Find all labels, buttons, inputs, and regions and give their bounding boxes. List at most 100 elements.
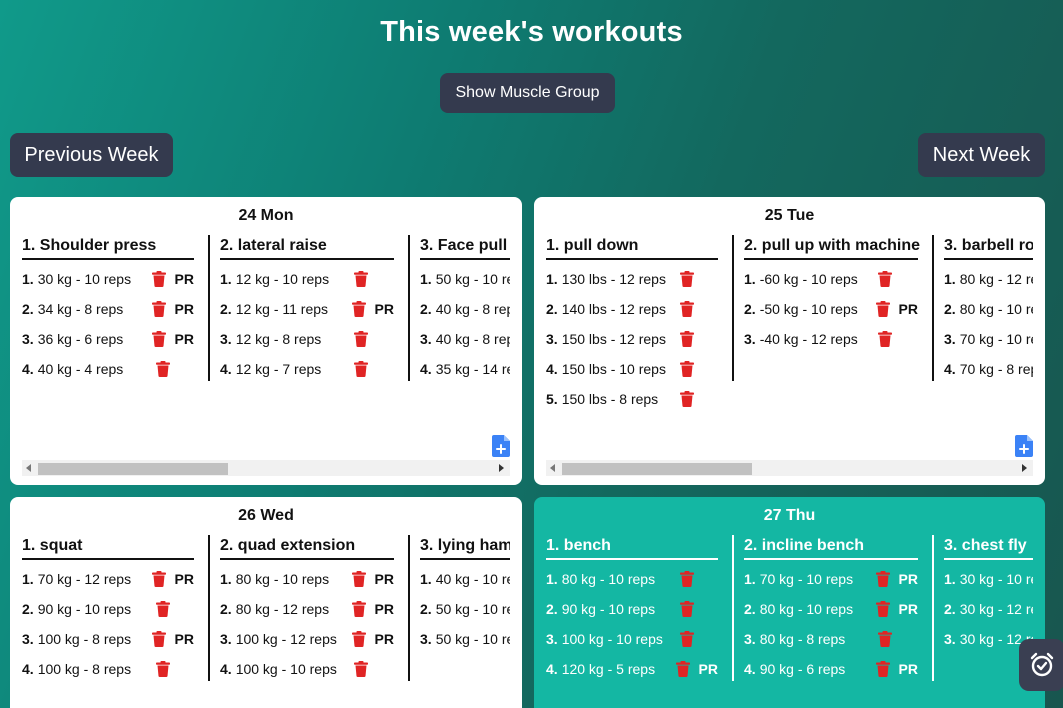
- day-card-wed: 26 Wed 1. squat 1. 70 kg - 12 reps PR 2. 90 kg…: [10, 497, 522, 708]
- horizontal-scrollbar[interactable]: [546, 460, 1033, 476]
- delete-set-icon[interactable]: [155, 361, 170, 377]
- scroll-left-icon[interactable]: [26, 464, 31, 472]
- set-text: 80 kg - 10 reps: [959, 301, 1033, 317]
- exercise-title[interactable]: 3. barbell row: [944, 235, 1033, 260]
- pr-badge: PR: [174, 301, 194, 317]
- set-number: 2.: [420, 301, 432, 317]
- set-number: 2.: [420, 601, 432, 617]
- set-row: 4. 150 lbs - 10 reps: [546, 354, 718, 384]
- exercise-title[interactable]: 1. pull down: [546, 235, 718, 260]
- delete-set-icon[interactable]: [877, 331, 892, 347]
- day-title: 26 Wed: [238, 507, 294, 524]
- add-exercise-icon[interactable]: [1015, 435, 1033, 457]
- delete-set-icon[interactable]: [155, 601, 170, 617]
- exercise-scroller[interactable]: 1. bench 1. 80 kg - 10 reps 2. 90 kg - 10 re…: [546, 535, 1033, 708]
- add-exercise-icon[interactable]: [492, 435, 510, 457]
- exercise-scroller[interactable]: 1. squat 1. 70 kg - 12 reps PR 2. 90 kg - 10 …: [22, 535, 510, 708]
- delete-set-icon[interactable]: [679, 361, 694, 377]
- set-number: 2.: [22, 601, 34, 617]
- delete-set-icon[interactable]: [875, 661, 890, 677]
- delete-set-icon[interactable]: [675, 661, 690, 677]
- delete-set-icon[interactable]: [151, 331, 166, 347]
- delete-set-icon[interactable]: [877, 631, 892, 647]
- delete-set-icon[interactable]: [151, 271, 166, 287]
- exercise-scroller[interactable]: 1. pull down 1. 130 lbs - 12 reps 2. 140 lbs…: [546, 235, 1033, 435]
- exercise-title[interactable]: 1. bench: [546, 535, 718, 560]
- delete-set-icon[interactable]: [353, 331, 368, 347]
- exercise-title[interactable]: 1. Shoulder press: [22, 235, 194, 260]
- set-number: 1.: [420, 571, 432, 587]
- exercise-title[interactable]: 2. lateral raise: [220, 235, 394, 260]
- set-row: 1. -60 kg - 10 reps: [744, 264, 918, 294]
- delete-set-icon[interactable]: [875, 601, 890, 617]
- delete-set-icon[interactable]: [875, 571, 890, 587]
- delete-set-icon[interactable]: [679, 271, 694, 287]
- delete-set-icon[interactable]: [875, 301, 890, 317]
- delete-set-icon[interactable]: [679, 601, 694, 617]
- alarm-clock-button[interactable]: [1019, 639, 1063, 691]
- set-row: 3. 80 kg - 8 reps: [744, 624, 918, 654]
- set-number: 3.: [744, 331, 756, 347]
- delete-set-icon[interactable]: [679, 331, 694, 347]
- set-number: 1.: [22, 271, 34, 287]
- delete-set-icon[interactable]: [351, 301, 366, 317]
- set-text: 70 kg - 12 reps: [37, 571, 132, 587]
- set-row: 4. 90 kg - 6 reps PR: [744, 654, 918, 684]
- set-text: 150 lbs - 12 reps: [561, 331, 666, 347]
- scroll-right-icon[interactable]: [1022, 464, 1027, 472]
- set-text: 80 kg - 10 reps: [235, 571, 330, 587]
- set-row: 3. 100 kg - 10 reps: [546, 624, 718, 654]
- set-text: -40 kg - 12 reps: [759, 331, 858, 347]
- delete-set-icon[interactable]: [353, 271, 368, 287]
- exercise-title[interactable]: 3. chest fly: [944, 535, 1033, 560]
- exercise-title[interactable]: 2. quad extension: [220, 535, 394, 560]
- exercise-title[interactable]: 2. incline bench: [744, 535, 918, 560]
- set-row: 1. 130 lbs - 12 reps: [546, 264, 718, 294]
- set-text: 12 kg - 11 reps: [235, 301, 329, 317]
- delete-set-icon[interactable]: [679, 571, 694, 587]
- set-number: 4.: [22, 661, 34, 677]
- delete-set-icon[interactable]: [351, 601, 366, 617]
- set-number: 2.: [22, 301, 34, 317]
- delete-set-icon[interactable]: [679, 301, 694, 317]
- scrollbar-thumb[interactable]: [38, 463, 228, 475]
- previous-week-button[interactable]: Previous Week: [10, 133, 173, 177]
- set-text: 100 kg - 8 reps: [37, 661, 132, 677]
- set-text: 12 kg - 8 reps: [235, 331, 322, 347]
- delete-set-icon[interactable]: [351, 571, 366, 587]
- delete-set-icon[interactable]: [353, 661, 368, 677]
- set-text: 12 kg - 10 reps: [235, 271, 330, 287]
- set-number: 1.: [944, 571, 956, 587]
- delete-set-icon[interactable]: [151, 631, 166, 647]
- show-muscle-group-button[interactable]: Show Muscle Group: [440, 73, 615, 113]
- set-row: 2. -50 kg - 10 reps PR: [744, 294, 918, 324]
- exercise-title[interactable]: 1. squat: [22, 535, 194, 560]
- exercise-title[interactable]: 3. Face pull: [420, 235, 510, 260]
- delete-set-icon[interactable]: [877, 271, 892, 287]
- delete-set-icon[interactable]: [353, 361, 368, 377]
- delete-set-icon[interactable]: [151, 571, 166, 587]
- delete-set-icon[interactable]: [155, 661, 170, 677]
- horizontal-scrollbar[interactable]: [22, 460, 510, 476]
- delete-set-icon[interactable]: [679, 391, 694, 407]
- scrollbar-thumb[interactable]: [562, 463, 752, 475]
- delete-set-icon[interactable]: [151, 301, 166, 317]
- scroll-left-icon[interactable]: [550, 464, 555, 472]
- set-row: 3. 150 lbs - 12 reps: [546, 324, 718, 354]
- next-week-button[interactable]: Next Week: [918, 133, 1045, 177]
- set-row: 2.80 kg - 10 reps: [944, 294, 1033, 324]
- exercise-title[interactable]: 2. pull up with machine: [744, 235, 920, 260]
- set-text: 80 kg - 10 reps: [561, 571, 656, 587]
- exercise-column: 1. pull down 1. 130 lbs - 12 reps 2. 140 lbs…: [546, 235, 732, 435]
- exercise-column: 1. bench 1. 80 kg - 10 reps 2. 90 kg - 10 re…: [546, 535, 732, 708]
- set-row: 1. 30 kg - 10 reps PR: [22, 264, 194, 294]
- scroll-right-icon[interactable]: [499, 464, 504, 472]
- delete-set-icon[interactable]: [351, 631, 366, 647]
- exercise-title[interactable]: 3. lying hamstring curl: [420, 535, 510, 560]
- set-number: 4.: [546, 361, 558, 377]
- delete-set-icon[interactable]: [679, 631, 694, 647]
- set-row: 4. 100 kg - 8 reps: [22, 654, 194, 684]
- set-row: 1. 12 kg - 10 reps: [220, 264, 394, 294]
- set-number: 4.: [944, 361, 956, 377]
- exercise-scroller[interactable]: 1. Shoulder press 1. 30 kg - 10 reps PR 2. 34…: [22, 235, 510, 435]
